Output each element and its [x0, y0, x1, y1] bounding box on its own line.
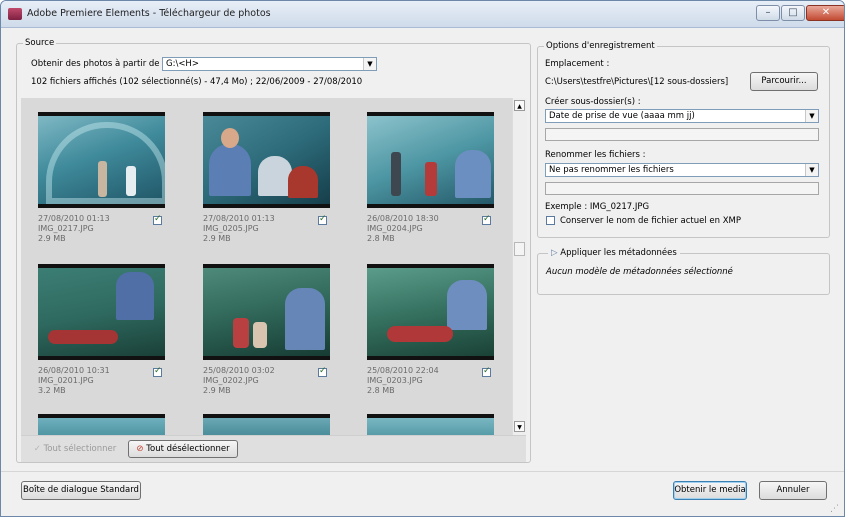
subfolder-value: Date de prise de vue (aaaa mm jj): [549, 111, 695, 121]
maximize-button[interactable]: □: [781, 5, 805, 21]
scroll-down-icon[interactable]: ▼: [514, 421, 525, 432]
photo-select-checkbox[interactable]: [318, 366, 327, 377]
photo-filename: IMG_0205.JPG: [203, 224, 259, 233]
photo-date: 25/08/2010 22:04: [367, 366, 439, 375]
photo-size: 2.9 MB: [38, 234, 66, 243]
files-summary: 102 fichiers affichés (102 sélectionné(s…: [31, 77, 363, 87]
photo-size: 2.9 MB: [203, 386, 231, 395]
close-icon: ✕: [821, 7, 831, 18]
source-legend: Source: [23, 38, 57, 48]
keep-name-label: Conserver le nom de fichier actuel en XM…: [560, 216, 742, 226]
photo-size: 3.2 MB: [38, 386, 66, 395]
select-all-icon: ✓: [33, 444, 44, 454]
scroll-up-icon[interactable]: ▲: [514, 100, 525, 111]
source-drive-select[interactable]: G:\<H> ▼: [162, 57, 377, 71]
rename-name-field[interactable]: [545, 182, 819, 195]
photo-filename: IMG_0201.JPG: [38, 376, 94, 385]
scrollbar-thumb[interactable]: [514, 242, 525, 256]
photo-select-checkbox[interactable]: [482, 214, 491, 225]
photo-date: 27/08/2010 01:13: [203, 214, 275, 223]
photo-select-checkbox[interactable]: [482, 366, 491, 377]
photo-size: 2.8 MB: [367, 234, 395, 243]
photo-thumbnail[interactable]: [367, 112, 494, 208]
photo-thumbnail[interactable]: [367, 414, 494, 435]
window-title: Adobe Premiere Elements - Téléchargeur d…: [27, 8, 271, 19]
photo-thumbnail[interactable]: [203, 112, 330, 208]
selection-toolbar: ✓ Tout sélectionner ⊘ Tout désélectionne…: [21, 435, 526, 462]
chevron-down-icon: ▼: [363, 58, 376, 70]
metadata-header[interactable]: ▷ Appliquer les métadonnées: [548, 248, 680, 258]
minimize-icon: –: [765, 7, 771, 18]
cancel-button[interactable]: Annuler: [759, 481, 827, 500]
premiere-app-icon: [8, 8, 22, 20]
photo-filename: IMG_0204.JPG: [367, 224, 423, 233]
photo-size: 2.9 MB: [203, 234, 231, 243]
photo-downloader-window: Adobe Premiere Elements - Téléchargeur d…: [0, 0, 845, 517]
thumbnail-grid[interactable]: 27/08/2010 01:13 IMG_0217.JPG 2.9 MB 27/…: [21, 98, 512, 435]
photo-size: 2.8 MB: [367, 386, 395, 395]
photo-select-checkbox[interactable]: [153, 214, 162, 225]
chevron-down-icon: ▼: [805, 164, 818, 176]
photo-select-checkbox[interactable]: [153, 366, 162, 377]
footer-divider: [1, 471, 844, 472]
browse-button[interactable]: Parcourir...: [750, 72, 818, 91]
thumbnail-scrollbar[interactable]: ▲ ▼: [512, 98, 527, 435]
photo-thumbnail[interactable]: [367, 264, 494, 360]
photo-select-checkbox[interactable]: [318, 214, 327, 225]
deselect-all-icon: ⊘: [136, 444, 147, 454]
photo-date: 25/08/2010 03:02: [203, 366, 275, 375]
deselect-all-button[interactable]: ⊘ Tout désélectionner: [128, 440, 238, 458]
example-label: Exemple : IMG_0217.JPG: [545, 202, 650, 212]
get-from-label: Obtenir des photos à partir de :: [31, 59, 166, 69]
subfolder-label: Créer sous-dossier(s) :: [545, 97, 641, 107]
location-path: C:\Users\testfre\Pictures\[12 sous-dossi…: [545, 77, 729, 87]
minimize-button[interactable]: –: [756, 5, 780, 21]
photo-filename: IMG_0217.JPG: [38, 224, 94, 233]
photo-thumbnail[interactable]: [203, 264, 330, 360]
expand-triangle-icon: ▷: [551, 248, 558, 258]
save-options-legend: Options d'enregistrement: [544, 41, 657, 51]
photo-date: 27/08/2010 01:13: [38, 214, 110, 223]
photo-date: 26/08/2010 10:31: [38, 366, 110, 375]
rename-select[interactable]: Ne pas renommer les fichiers ▼: [545, 163, 819, 177]
subfolder-name-field[interactable]: [545, 128, 819, 141]
subfolder-select[interactable]: Date de prise de vue (aaaa mm jj) ▼: [545, 109, 819, 123]
source-drive-value: G:\<H>: [166, 59, 199, 69]
rename-label: Renommer les fichiers :: [545, 150, 646, 160]
title-bar: Adobe Premiere Elements - Téléchargeur d…: [1, 1, 844, 28]
photo-filename: IMG_0202.JPG: [203, 376, 259, 385]
get-media-button[interactable]: Obtenir le media: [673, 481, 747, 500]
photo-filename: IMG_0203.JPG: [367, 376, 423, 385]
keep-name-checkbox[interactable]: [546, 216, 555, 225]
metadata-note: Aucun modèle de métadonnées sélectionné: [546, 267, 733, 277]
chevron-down-icon: ▼: [805, 110, 818, 122]
select-all-button[interactable]: ✓ Tout sélectionner: [27, 440, 123, 458]
location-label: Emplacement :: [545, 59, 610, 69]
rename-value: Ne pas renommer les fichiers: [549, 165, 674, 175]
resize-grip-icon[interactable]: ⋰: [830, 504, 839, 514]
photo-thumbnail[interactable]: [38, 414, 165, 435]
photo-thumbnail[interactable]: [203, 414, 330, 435]
photo-thumbnail[interactable]: [38, 264, 165, 360]
photo-thumbnail[interactable]: [38, 112, 165, 208]
close-button[interactable]: ✕: [806, 5, 844, 21]
standard-dialog-button[interactable]: Boîte de dialogue Standard: [21, 481, 141, 500]
photo-date: 26/08/2010 18:30: [367, 214, 439, 223]
maximize-icon: □: [788, 7, 798, 18]
